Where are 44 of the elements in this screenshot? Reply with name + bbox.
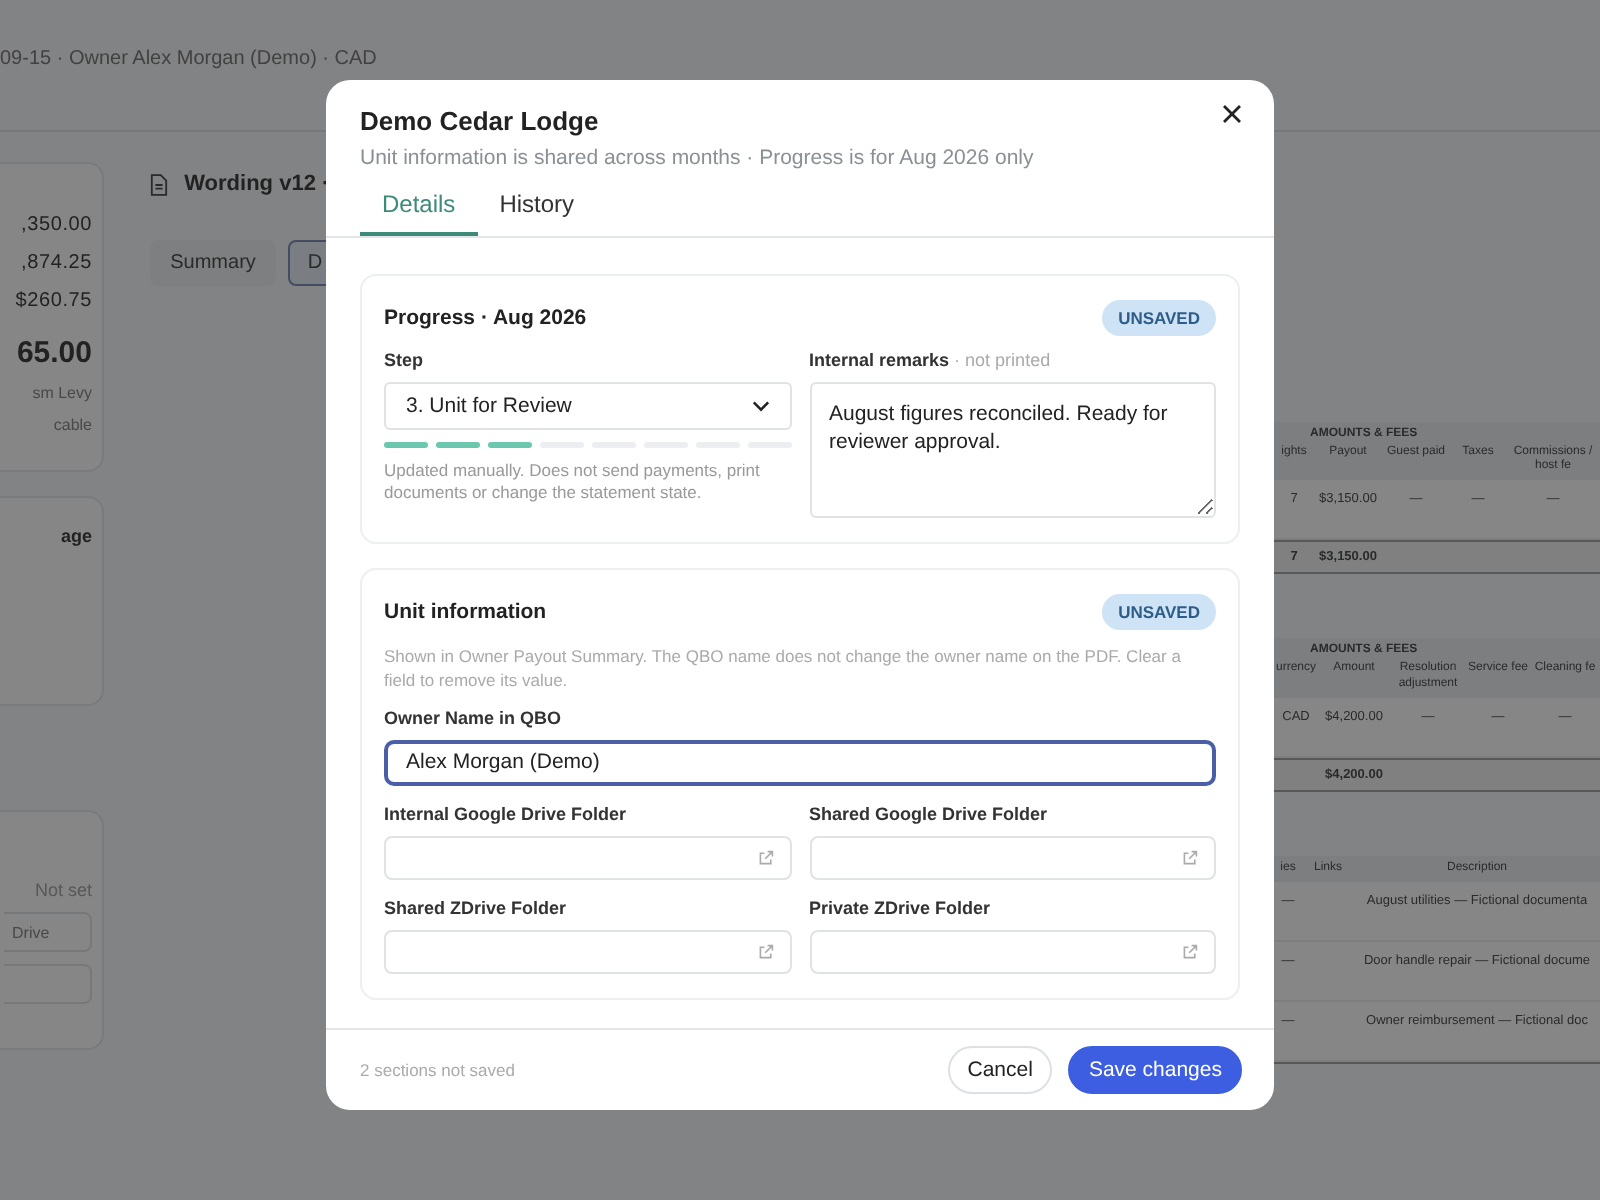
close-icon[interactable] <box>1222 104 1246 128</box>
step-dropdown[interactable]: 3. Unit for Review <box>384 382 791 430</box>
folder-input[interactable]: Drive <box>4 912 92 952</box>
chevron-icon <box>751 400 769 412</box>
header-subtitle: 09-15 · Owner Alex Morgan (Demo) · CAD <box>0 48 377 70</box>
field-label: Shared ZDrive Folder <box>384 897 569 918</box>
section-title: Progress · Aug 2026 <box>384 306 587 330</box>
field-label: Internal Google Drive Folder <box>384 803 629 824</box>
total-amount: 65.00 <box>16 336 92 370</box>
folder-link-field[interactable] <box>809 929 1216 974</box>
section-description: Shown in Owner Payout Summary. The QBO name does not change the owner name on the PDF. Clear a field to remove its value. <box>384 646 1183 694</box>
cancel-button[interactable]: Cancel <box>947 1046 1053 1094</box>
external-link-icon <box>1182 943 1198 960</box>
external-link-icon <box>757 849 773 866</box>
folder-link-field[interactable] <box>384 835 791 880</box>
folder-link-field[interactable] <box>809 835 1216 880</box>
external-link-icon <box>757 943 773 960</box>
field-label: Private ZDrive Folder <box>809 897 993 918</box>
manage-link[interactable]: age <box>60 526 92 546</box>
amount-text: ,874.25 <box>21 252 92 274</box>
section-title: Unit information <box>384 600 547 624</box>
dialog-title: Demo Cedar Lodge <box>360 106 599 136</box>
field-label: Internal remarks · not printed <box>809 350 1053 370</box>
view-tab[interactable]: Summary <box>150 240 276 286</box>
external-link-icon <box>1182 849 1198 866</box>
dialog-tab[interactable]: History <box>477 190 597 236</box>
note-text: cable <box>53 418 92 434</box>
folder-link-field[interactable] <box>384 929 791 974</box>
dialog-subtitle: Unit information is shared across months · Progress is for Aug 2026 only <box>360 146 1036 170</box>
unsaved-status: 2 sections not saved <box>360 1060 515 1080</box>
amount-text: ,350.00 <box>21 214 92 236</box>
hint-text: Updated manually. Does not send payments, print documents or change the statement state. <box>384 460 762 506</box>
field-label: Shared Google Drive Folder <box>809 803 1050 824</box>
unsaved-badge: UNSAVED <box>1102 300 1216 336</box>
owner-name-field[interactable]: Alex Morgan (Demo) <box>384 739 1216 786</box>
field-label: Owner Name in QBO <box>384 707 564 728</box>
remarks-field[interactable]: August figures reconciled. Ready for reviewer approval. <box>809 382 1216 518</box>
unsaved-badge: UNSAVED <box>1102 594 1216 630</box>
save-button[interactable]: Save changes <box>1068 1046 1242 1094</box>
note-text: sm Levy <box>32 386 92 402</box>
amount-text: $260.75 <box>15 290 92 312</box>
document-icon <box>150 173 169 195</box>
dialog-tab[interactable]: Details <box>360 190 478 236</box>
field-label: Step <box>384 350 426 370</box>
